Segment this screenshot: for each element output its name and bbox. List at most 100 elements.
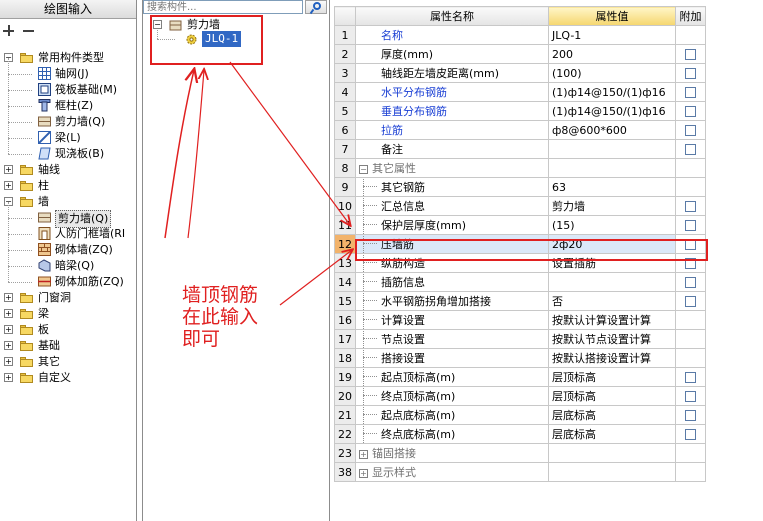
tree-item-label: 暗梁(Q) <box>55 259 95 272</box>
property-row[interactable]: 23 + 锚固搭接 <box>334 443 706 463</box>
expand-toggle[interactable]: + <box>4 341 13 350</box>
property-value-cell[interactable]: 层顶标高 <box>548 367 676 387</box>
property-value-cell[interactable]: 剪力墙 <box>548 196 676 216</box>
property-row[interactable]: 20 终点顶标高(m) 层顶标高 <box>334 386 706 406</box>
property-value-cell[interactable]: 200 <box>548 44 676 64</box>
expand-toggle[interactable]: + <box>4 325 13 334</box>
property-value-cell[interactable]: 63 <box>548 177 676 197</box>
property-row[interactable]: 16 计算设置 按默认计算设置计算 <box>334 310 706 330</box>
extra-cell[interactable] <box>675 101 706 121</box>
property-row[interactable]: 6 拉筋 ф8@600*600 <box>334 120 706 140</box>
property-value-cell[interactable]: JLQ-1 <box>548 25 676 45</box>
property-value-cell[interactable] <box>548 462 676 482</box>
attach-checkbox[interactable] <box>685 48 696 60</box>
extra-cell[interactable] <box>675 63 706 83</box>
property-row[interactable]: 21 起点底标高(m) 层底标高 <box>334 405 706 425</box>
property-value-cell[interactable]: (15) <box>548 215 676 235</box>
extra-header[interactable]: 附加 <box>675 6 706 26</box>
property-value-cell[interactable] <box>548 443 676 463</box>
property-row[interactable]: 19 起点顶标高(m) 层顶标高 <box>334 367 706 387</box>
extra-cell[interactable] <box>675 367 706 387</box>
property-value-cell[interactable]: 按默认搭接设置计算 <box>548 348 676 368</box>
property-row[interactable]: 17 节点设置 按默认节点设置计算 <box>334 329 706 349</box>
attach-checkbox[interactable] <box>685 143 696 155</box>
attach-checkbox[interactable] <box>685 276 696 288</box>
extra-cell[interactable] <box>675 405 706 425</box>
collapse-toggle[interactable]: − <box>359 164 368 174</box>
extra-cell[interactable] <box>675 120 706 140</box>
property-value-cell[interactable] <box>548 158 676 178</box>
property-row[interactable]: 22 终点底标高(m) 层底标高 <box>334 424 706 444</box>
property-row[interactable]: 5 垂直分布钢筋 (1)ф14@150/(1)ф16 <box>334 101 706 121</box>
property-row[interactable]: 10 汇总信息 剪力墙 <box>334 196 706 216</box>
extra-cell[interactable] <box>675 386 706 406</box>
extra-cell[interactable] <box>675 82 706 102</box>
property-row[interactable]: 11 保护层厚度(mm) (15) <box>334 215 706 235</box>
property-row[interactable]: 15 水平钢筋拐角增加搭接 否 <box>334 291 706 311</box>
property-value-cell[interactable]: 按默认节点设置计算 <box>548 329 676 349</box>
property-value-cell[interactable]: 否 <box>548 291 676 311</box>
property-value-cell[interactable]: ф8@600*600 <box>548 120 676 140</box>
attach-checkbox[interactable] <box>685 390 696 402</box>
search-input[interactable] <box>143 0 303 14</box>
attach-checkbox[interactable] <box>685 371 696 383</box>
expand-toggle[interactable]: + <box>4 165 13 174</box>
collapse-all-button[interactable] <box>22 24 36 38</box>
expand-toggle[interactable]: + <box>359 449 368 459</box>
property-name: 起点顶标高(m) <box>381 371 456 384</box>
expand-toggle[interactable]: + <box>4 181 13 190</box>
property-name-header[interactable]: 属性名称 <box>355 6 549 26</box>
property-name-cell: 保护层厚度(mm) <box>355 215 549 235</box>
property-row[interactable]: 4 水平分布钢筋 (1)ф14@150/(1)ф16 <box>334 82 706 102</box>
property-value-cell[interactable]: 层底标高 <box>548 405 676 425</box>
property-row[interactable]: 14 插筋信息 <box>334 272 706 292</box>
attach-checkbox[interactable] <box>685 124 696 136</box>
attach-checkbox[interactable] <box>685 219 696 231</box>
extra-cell[interactable] <box>675 272 706 292</box>
extra-cell[interactable] <box>675 44 706 64</box>
expand-all-button[interactable] <box>2 24 16 38</box>
property-value-cell[interactable]: 按默认计算设置计算 <box>548 310 676 330</box>
attach-checkbox[interactable] <box>685 295 696 307</box>
property-row[interactable]: 7 备注 <box>334 139 706 159</box>
attach-checkbox[interactable] <box>685 200 696 212</box>
property-name: 计算设置 <box>381 314 425 327</box>
folder-open-icon <box>20 197 33 207</box>
beam-icon <box>37 130 52 145</box>
attach-checkbox[interactable] <box>685 428 696 440</box>
expand-toggle[interactable]: + <box>4 357 13 366</box>
property-row[interactable]: 9 其它钢筋 63 <box>334 177 706 197</box>
attach-checkbox[interactable] <box>685 409 696 421</box>
property-row[interactable]: 38 + 显示样式 <box>334 462 706 482</box>
expand-toggle[interactable]: + <box>4 293 13 302</box>
property-name: 垂直分布钢筋 <box>381 105 447 118</box>
raft-foundation-icon <box>38 83 51 96</box>
property-value-cell[interactable]: (1)ф14@150/(1)ф16 <box>548 101 676 121</box>
folder-icon <box>20 325 33 335</box>
property-row[interactable]: 8− 其它属性 <box>334 158 706 178</box>
extra-cell[interactable] <box>675 291 706 311</box>
property-row[interactable]: 3 轴线距左墙皮距离(mm) (100) <box>334 63 706 83</box>
property-row[interactable]: 1 名称 JLQ-1 <box>334 25 706 45</box>
attach-checkbox[interactable] <box>685 86 696 98</box>
extra-cell[interactable] <box>675 139 706 159</box>
extra-cell[interactable] <box>675 424 706 444</box>
expand-toggle[interactable]: + <box>4 309 13 318</box>
property-value-cell[interactable] <box>548 272 676 292</box>
extra-cell[interactable] <box>675 215 706 235</box>
property-value-cell[interactable]: (1)ф14@150/(1)ф16 <box>548 82 676 102</box>
property-value-cell[interactable]: 层底标高 <box>548 424 676 444</box>
extra-cell[interactable] <box>675 196 706 216</box>
expand-toggle[interactable]: + <box>359 468 368 478</box>
property-name: 其它钢筋 <box>381 181 425 194</box>
property-value-cell[interactable] <box>548 139 676 159</box>
property-row[interactable]: 2 厚度(mm) 200 <box>334 44 706 64</box>
property-row[interactable]: 18 搭接设置 按默认搭接设置计算 <box>334 348 706 368</box>
attach-checkbox[interactable] <box>685 67 696 79</box>
property-value-cell[interactable]: (100) <box>548 63 676 83</box>
expand-toggle[interactable]: + <box>4 373 13 382</box>
search-button[interactable] <box>305 0 327 15</box>
property-value-header[interactable]: 属性值 <box>548 6 676 26</box>
property-value-cell[interactable]: 层顶标高 <box>548 386 676 406</box>
attach-checkbox[interactable] <box>685 105 696 117</box>
